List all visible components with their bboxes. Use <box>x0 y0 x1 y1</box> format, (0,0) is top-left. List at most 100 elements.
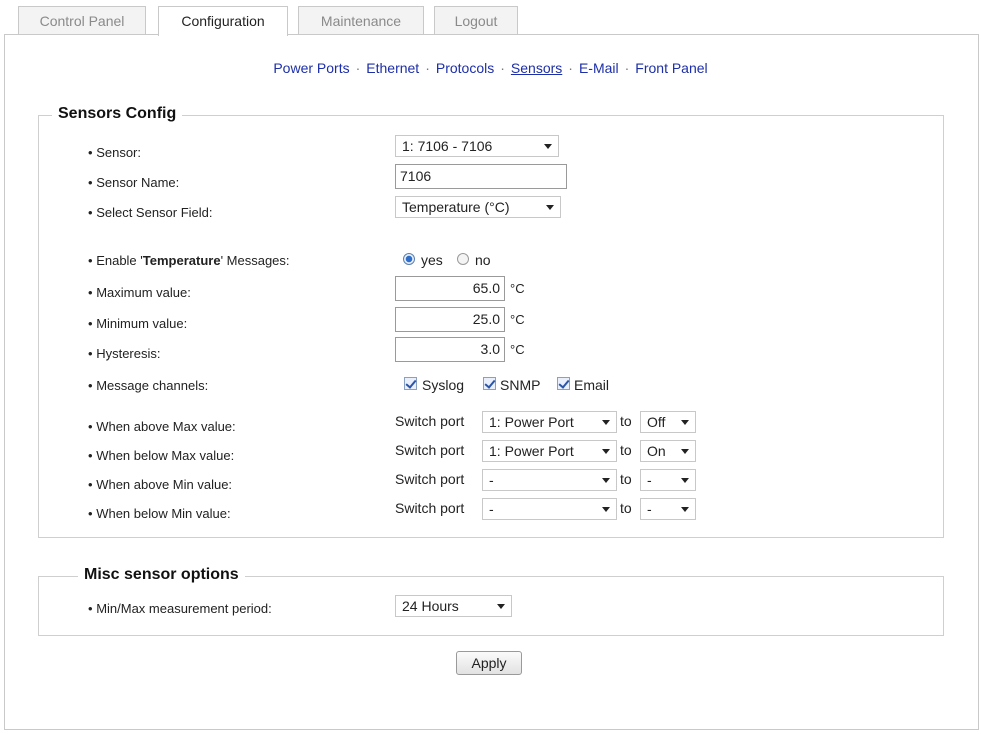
enable-no-radio[interactable] <box>457 253 469 265</box>
subnav-separator: · <box>425 60 430 76</box>
enable-yes-radio[interactable] <box>403 253 415 265</box>
rule-state-select[interactable]: On <box>640 440 696 462</box>
misc-options-legend: Misc sensor options <box>78 566 245 584</box>
rule-port-select[interactable]: - <box>482 498 617 520</box>
rule-label: • When below Max value: <box>88 448 234 463</box>
hysteresis-input[interactable]: 3.0 <box>395 337 505 362</box>
sensor-field-select[interactable]: Temperature (°C) <box>395 196 561 218</box>
bullet: • <box>88 253 93 268</box>
max-value-input[interactable]: 65.0 <box>395 276 505 301</box>
rule-state-select[interactable]: - <box>640 498 696 520</box>
max-value-label-text: Maximum value: <box>96 285 191 300</box>
chevron-down-icon <box>681 420 689 425</box>
rule-port-select[interactable]: 1: Power Port <box>482 411 617 433</box>
min-value-unit: °C <box>510 312 525 327</box>
chevron-down-icon <box>681 449 689 454</box>
sensor-name-input[interactable]: 7106 <box>395 164 567 189</box>
rule-label: • When above Min value: <box>88 477 232 492</box>
tab-configuration[interactable]: Configuration <box>158 6 288 36</box>
sensor-select-value: 1: 7106 - 7106 <box>402 138 493 154</box>
to-text: to <box>620 413 632 429</box>
snmp-checkbox[interactable] <box>483 377 496 390</box>
chevron-down-icon <box>681 478 689 483</box>
measurement-period-label: • Min/Max measurement period: <box>88 601 272 616</box>
chevron-down-icon <box>546 205 554 210</box>
sensor-select[interactable]: 1: 7106 - 7106 <box>395 135 559 157</box>
message-channels-label: • Message channels: <box>88 378 208 393</box>
subnav-ethernet[interactable]: Ethernet <box>366 60 419 76</box>
enable-suffix: ' Messages: <box>220 253 290 268</box>
rule-state-select[interactable]: - <box>640 469 696 491</box>
rule-state-select[interactable]: Off <box>640 411 696 433</box>
sensor-name-label: • Sensor Name: <box>88 175 179 190</box>
rule-port-select[interactable]: - <box>482 469 617 491</box>
rule-state-value: On <box>647 443 666 459</box>
bullet: • <box>88 378 93 393</box>
syslog-label: Syslog <box>422 377 465 393</box>
enable-yes-label: yes <box>421 252 443 268</box>
tab-control-panel[interactable]: Control Panel <box>18 6 146 34</box>
sensor-field-value: Temperature (°C) <box>402 199 510 215</box>
rule-label-text: When above Min value: <box>96 477 233 492</box>
chevron-down-icon <box>602 507 610 512</box>
switch-port-text: Switch port <box>395 500 465 516</box>
rule-port-select[interactable]: 1: Power Port <box>482 440 617 462</box>
bullet: • <box>88 346 93 361</box>
sensor-name-label-text: Sensor Name: <box>96 175 180 190</box>
bullet: • <box>88 601 93 616</box>
bullet: • <box>88 205 93 220</box>
min-value-label-text: Minimum value: <box>96 316 188 331</box>
bullet: • <box>88 145 93 160</box>
subnav-separator: · <box>624 60 630 76</box>
min-value-label: • Minimum value: <box>88 316 187 331</box>
measurement-period-select[interactable]: 24 Hours <box>395 595 512 617</box>
switch-port-text: Switch port <box>395 442 465 458</box>
rule-port-value: 1: Power Port <box>489 414 574 430</box>
subnav-email[interactable]: E-Mail <box>579 60 619 76</box>
subnav-power-ports[interactable]: Power Ports <box>273 60 349 76</box>
bullet: • <box>88 477 93 492</box>
subnav-separator: · <box>355 60 361 76</box>
measurement-period-label-text: Min/Max measurement period: <box>96 601 272 616</box>
snmp-label: SNMP <box>500 377 541 393</box>
subnav-front-panel[interactable]: Front Panel <box>635 60 707 76</box>
chevron-down-icon <box>681 507 689 512</box>
sensor-label-text: Sensor: <box>96 145 141 160</box>
rule-port-value: 1: Power Port <box>489 443 574 459</box>
bullet: • <box>88 419 93 434</box>
bullet: • <box>88 316 93 331</box>
hysteresis-label: • Hysteresis: <box>88 346 160 361</box>
sub-navigation: Power Ports · Ethernet · Protocols · Sensors · E… <box>0 60 981 76</box>
enable-field-name: Temperature <box>142 253 221 268</box>
chevron-down-icon <box>602 478 610 483</box>
bullet: • <box>88 175 93 190</box>
min-value-input[interactable]: 25.0 <box>395 307 505 332</box>
rule-label-text: When below Max value: <box>96 448 235 463</box>
chevron-down-icon <box>602 420 610 425</box>
tab-maintenance[interactable]: Maintenance <box>298 6 424 34</box>
switch-port-text: Switch port <box>395 471 465 487</box>
bullet: • <box>88 506 93 521</box>
enable-prefix: Enable ' <box>96 253 143 268</box>
tab-logout[interactable]: Logout <box>434 6 518 34</box>
subnav-sensors[interactable]: Sensors <box>511 60 562 76</box>
max-value-label: • Maximum value: <box>88 285 191 300</box>
chevron-down-icon <box>544 144 552 149</box>
chevron-down-icon <box>497 604 505 609</box>
hysteresis-label-text: Hysteresis: <box>96 346 161 361</box>
enable-no-label: no <box>475 252 491 268</box>
rule-state-value: - <box>647 501 652 517</box>
rule-port-value: - <box>489 472 494 488</box>
subnav-protocols[interactable]: Protocols <box>436 60 494 76</box>
rule-label: • When above Max value: <box>88 419 236 434</box>
syslog-checkbox[interactable] <box>404 377 417 390</box>
email-checkbox[interactable] <box>557 377 570 390</box>
sensor-field-label-text: Select Sensor Field: <box>96 205 213 220</box>
rule-state-value: Off <box>647 414 666 430</box>
subnav-separator: · <box>500 60 505 76</box>
to-text: to <box>620 500 632 516</box>
bullet: • <box>88 448 93 463</box>
switch-port-text: Switch port <box>395 413 465 429</box>
bullet: • <box>88 285 93 300</box>
apply-button[interactable]: Apply <box>456 651 522 675</box>
